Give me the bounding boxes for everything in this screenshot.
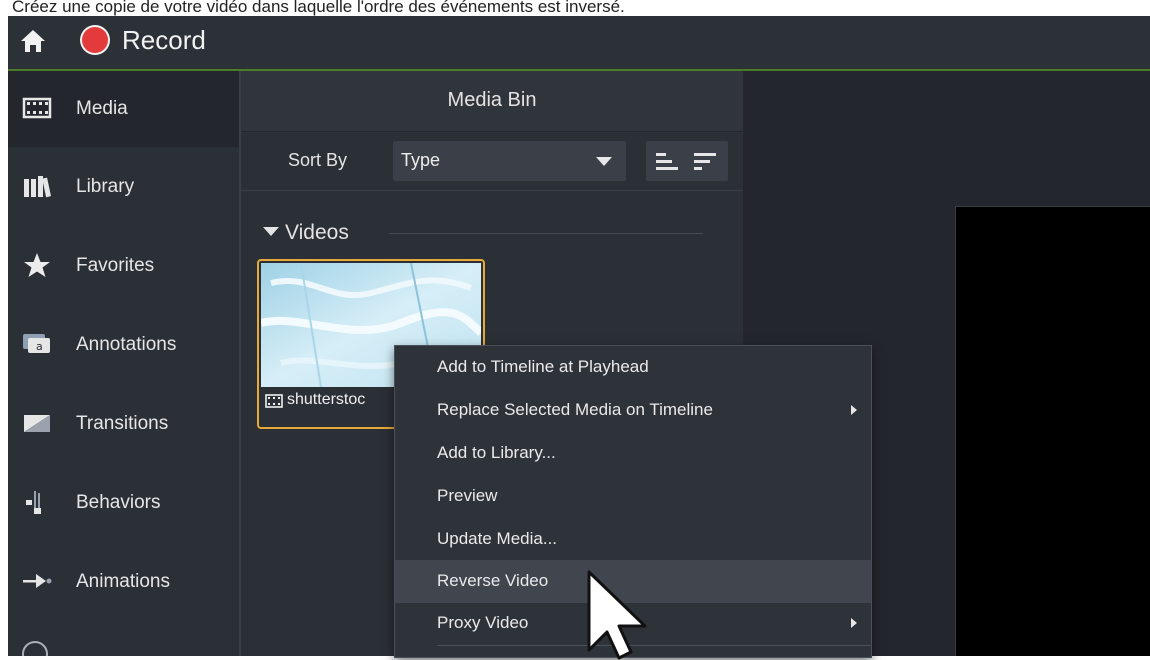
- menu-item-label: Update Media...: [437, 529, 558, 548]
- transition-icon: [24, 415, 50, 432]
- chevron-down-icon: [596, 157, 612, 166]
- collapse-triangle-icon: [263, 227, 279, 236]
- menu-item-label: Reverse Video: [437, 571, 549, 590]
- menu-item-add-to-library[interactable]: Add to Library...: [395, 432, 871, 475]
- speech-bubble-icon: a: [23, 334, 50, 353]
- sort-descending-icon[interactable]: [692, 150, 718, 172]
- arrow-icon: [23, 574, 52, 588]
- menu-item-preview[interactable]: Preview: [395, 475, 871, 518]
- menu-item-label: Add to Timeline at Playhead: [437, 357, 649, 376]
- sidebar-item-label: Animations: [76, 571, 170, 592]
- sidebar-item-annotations[interactable]: a Annotations: [8, 307, 239, 383]
- sidebar-item-library[interactable]: Library: [8, 149, 239, 225]
- media-bin-header: Media Bin: [241, 71, 743, 132]
- record-button-label[interactable]: Record: [122, 25, 206, 56]
- top-bar: Record: [8, 16, 1150, 71]
- sidebar-item-label: Media: [76, 98, 128, 119]
- sidebar-item-behaviors[interactable]: Behaviors: [8, 465, 239, 541]
- tutorial-caption: Créez une copie de votre vidéo dans laqu…: [0, 0, 1150, 16]
- sort-ascending-icon[interactable]: [654, 150, 680, 172]
- sidebar: Media Library Favorites a Annotations Tr…: [8, 71, 241, 656]
- videos-group-label: Videos: [285, 221, 349, 244]
- menu-item-label: Replace Selected Media on Timeline: [437, 400, 713, 419]
- menu-item-label: Add to Library...: [437, 443, 556, 462]
- sidebar-item-animations[interactable]: Animations: [8, 544, 239, 620]
- canvas-preview[interactable]: [955, 206, 1150, 656]
- mouse-pointer-icon: [587, 570, 647, 660]
- media-bin-title: Media Bin: [447, 89, 537, 111]
- sidebar-item-label: Transitions: [76, 413, 169, 434]
- sidebar-item-partial[interactable]: [22, 641, 48, 656]
- sidebar-item-media[interactable]: Media: [8, 71, 239, 147]
- videos-group-header[interactable]: Videos: [263, 221, 349, 245]
- video-file-icon: [265, 394, 283, 408]
- film-strip-icon: [22, 97, 52, 119]
- menu-item-label: Preview: [437, 486, 498, 505]
- menu-item-update-media[interactable]: Update Media...: [395, 518, 871, 561]
- submenu-arrow-icon: [851, 405, 857, 415]
- menu-item-add-to-timeline[interactable]: Add to Timeline at Playhead: [395, 346, 871, 389]
- sort-by-dropdown[interactable]: Type: [393, 141, 626, 181]
- submenu-arrow-icon: [851, 618, 857, 628]
- sidebar-item-favorites[interactable]: Favorites: [8, 228, 239, 304]
- books-icon: [24, 176, 52, 198]
- sort-row: Sort By Type: [241, 132, 743, 191]
- home-icon[interactable]: [20, 28, 46, 54]
- svg-text:a: a: [36, 340, 43, 353]
- sort-order-buttons[interactable]: [646, 141, 728, 181]
- sort-by-label: Sort By: [288, 150, 348, 170]
- sidebar-item-label: Favorites: [76, 255, 155, 276]
- star-icon: [24, 253, 50, 277]
- sidebar-item-transitions[interactable]: Transitions: [8, 386, 239, 462]
- sidebar-item-label: Behaviors: [76, 492, 161, 513]
- sidebar-item-label: Library: [76, 176, 135, 197]
- sort-by-value: Type: [401, 150, 441, 170]
- record-icon[interactable]: [82, 27, 108, 53]
- behaviors-icon: [26, 491, 41, 514]
- menu-item-label: Proxy Video: [437, 613, 529, 632]
- sidebar-item-label: Annotations: [76, 334, 177, 355]
- clip-name: shutterstoc: [287, 391, 366, 408]
- menu-item-replace-selected-media[interactable]: Replace Selected Media on Timeline: [395, 389, 871, 432]
- group-divider: [389, 233, 703, 234]
